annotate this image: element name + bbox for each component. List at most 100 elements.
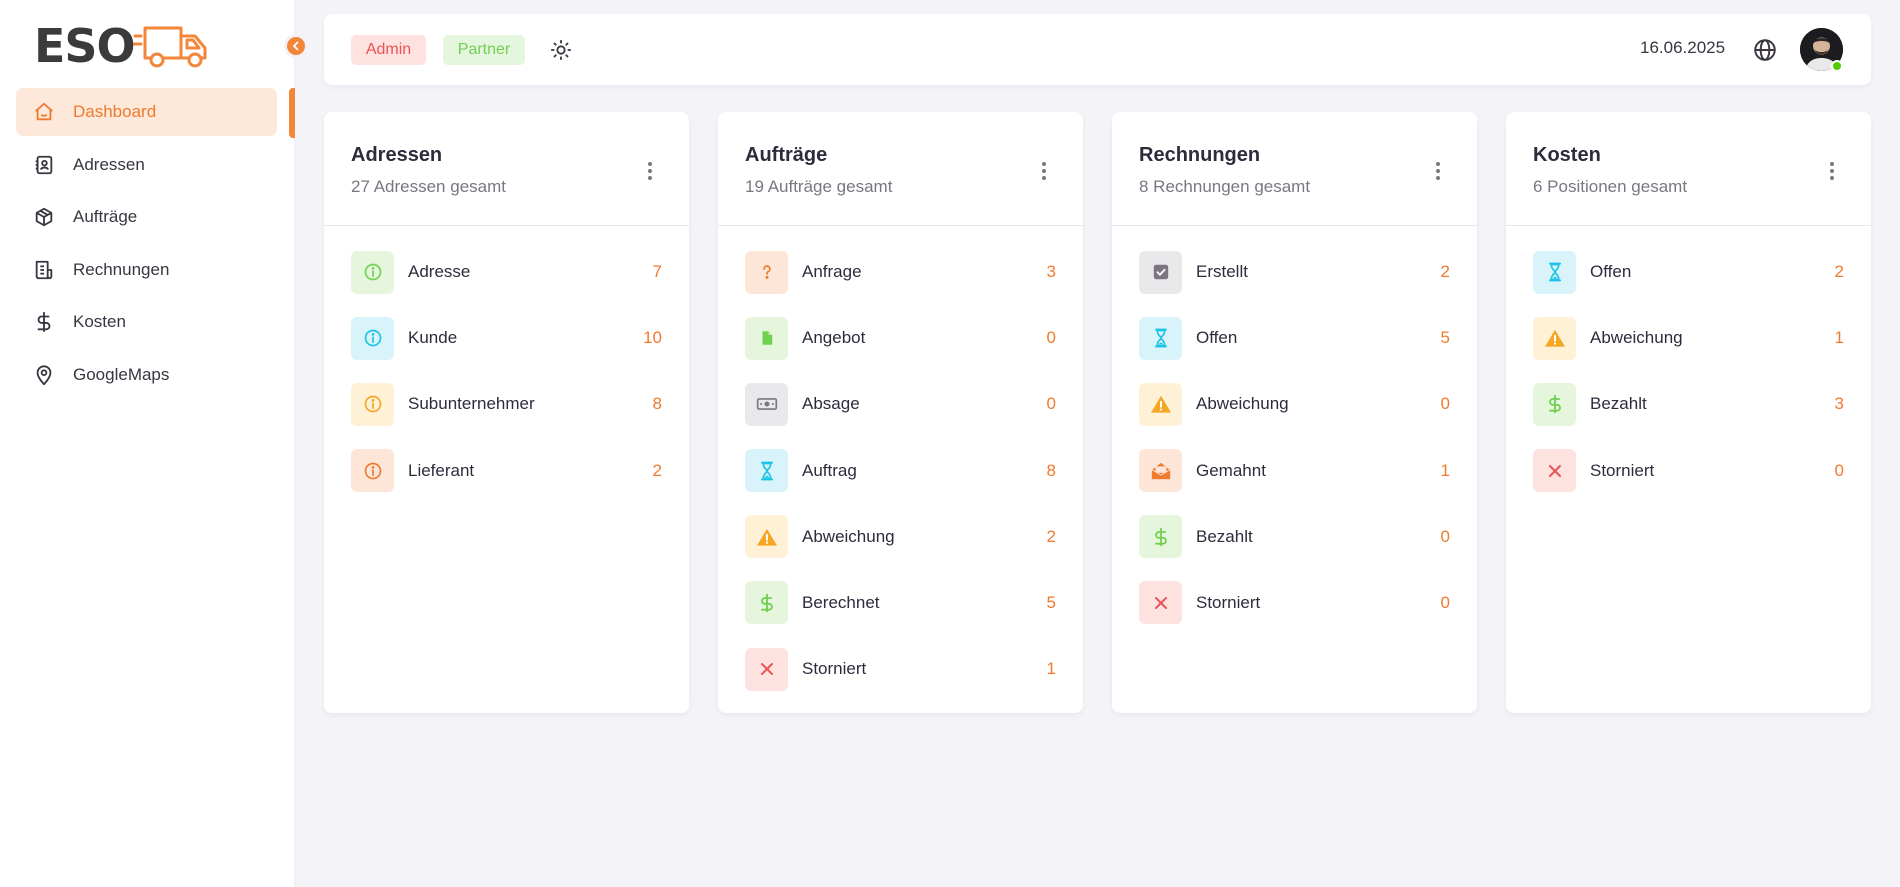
status-list: Erstellt 2 Offen 5 Abweichung 0 Gemahnt … [1139,250,1450,647]
divider [1112,225,1477,226]
item-label: Storniert [1590,460,1655,480]
online-status-indicator [1831,60,1843,72]
sidebar-item-label: Adressen [73,154,145,174]
item-label: Storniert [802,659,867,679]
list-item-gemahnt[interactable]: Gemahnt 1 [1139,449,1450,493]
logo-text: ESO [34,19,136,73]
sidebar-item-adressen[interactable]: Adressen [16,141,277,189]
sidebar-item-kosten[interactable]: Kosten [16,298,277,346]
sidebar-item-dashboard[interactable]: Dashboard [16,88,277,136]
item-label: Storniert [1196,592,1261,612]
item-count: 1 [1046,659,1056,679]
item-count: 0 [1440,394,1450,414]
list-item-kunde[interactable]: Kunde 10 [351,316,662,360]
list-item-storniert[interactable]: Storniert 0 [1533,449,1844,493]
map-pin-icon [33,364,55,386]
truck-icon [132,26,207,68]
list-item-subunternehmer[interactable]: Subunternehmer 8 [351,382,662,426]
item-count: 0 [1046,328,1056,348]
kebab-menu-icon [648,162,652,166]
dollar-icon [745,581,788,625]
item-label: Abweichung [1590,328,1683,348]
theme-toggle-button[interactable] [548,37,574,63]
brand-logo[interactable]: ESO [34,22,213,70]
card-title: Rechnungen [1139,144,1261,166]
card-subtitle: 6 Positionen gesamt [1533,177,1688,196]
item-count: 8 [652,394,662,414]
card-subtitle: 27 Adressen gesamt [351,177,506,196]
hourglass-icon [1139,316,1182,360]
sun-icon [550,39,572,61]
card-options-button[interactable] [641,158,659,184]
list-item-anfrage[interactable]: Anfrage 3 [745,250,1056,294]
item-count: 3 [1046,262,1056,281]
card-options-button[interactable] [1035,158,1053,184]
list-item-offen[interactable]: Offen 5 [1139,316,1450,360]
list-item-angebot[interactable]: Angebot 0 [745,316,1056,360]
status-list: Anfrage 3 Angebot 0 Absage 0 Auftrag 8 A… [745,250,1056,713]
question-icon [745,250,788,294]
active-indicator [289,88,295,138]
list-item-auftrag[interactable]: Auftrag 8 [745,449,1056,493]
role-badge-partner[interactable]: Partner [443,35,525,65]
sidebar-collapse-button[interactable] [284,34,308,58]
card-auftraege: Aufträge 19 Aufträge gesamt Anfrage 3 An… [718,112,1083,713]
kebab-menu-icon [1042,162,1046,166]
list-item-erstellt[interactable]: Erstellt 2 [1139,250,1450,294]
list-item-adresse[interactable]: Adresse 7 [351,250,662,294]
language-button[interactable] [1752,37,1778,63]
sidebar-item-label: Dashboard [73,102,157,121]
item-count: 0 [1440,526,1450,546]
item-label: Gemahnt [1196,460,1266,480]
list-item-offen[interactable]: Offen 2 [1533,250,1844,294]
list-item-abweichung[interactable]: Abweichung 2 [745,515,1056,559]
item-label: Erstellt [1196,262,1248,281]
kebab-dot [1830,176,1834,180]
hourglass-icon [1533,250,1576,294]
address-book-icon [33,154,55,176]
item-label: Anfrage [802,262,862,281]
list-item-storniert[interactable]: Storniert 0 [1139,581,1450,625]
close-icon [1533,449,1576,493]
chevron-left-icon [292,41,299,51]
item-count: 1 [1440,460,1450,480]
item-count: 5 [1440,328,1450,348]
sidebar-item-rechnungen[interactable]: Rechnungen [16,246,277,294]
status-list: Offen 2 Abweichung 1 Bezahlt 3 Storniert… [1533,250,1844,515]
close-icon [745,647,788,691]
item-count: 2 [652,460,662,480]
list-item-storniert[interactable]: Storniert 1 [745,647,1056,691]
dollar-icon [1139,515,1182,559]
info-icon [351,382,394,426]
list-item-absage[interactable]: Absage 0 [745,382,1056,426]
card-kosten: Kosten 6 Positionen gesamt Offen 2 Abwei… [1506,112,1871,713]
warning-icon [745,515,788,559]
role-badge-admin[interactable]: Admin [351,35,426,65]
list-item-berechnet[interactable]: Berechnet 5 [745,581,1056,625]
sidebar: ESO Dashboard Adressen Aufträge Rechnung… [0,0,295,887]
divider [1506,225,1871,226]
card-title: Kosten [1533,144,1601,166]
card-options-button[interactable] [1823,158,1841,184]
item-count: 0 [1834,460,1844,480]
kebab-menu-icon [1436,162,1440,166]
list-item-bezahlt[interactable]: Bezahlt 3 [1533,382,1844,426]
sidebar-item-auftraege[interactable]: Aufträge [16,193,277,241]
list-item-abweichung[interactable]: Abweichung 0 [1139,382,1450,426]
item-count: 10 [643,328,662,348]
sidebar-item-label: Aufträge [73,207,138,226]
invoice-icon [33,259,55,281]
list-item-lieferant[interactable]: Lieferant 2 [351,449,662,493]
item-label: Lieferant [408,460,475,480]
item-label: Subunternehmer [408,394,535,414]
list-item-abweichung[interactable]: Abweichung 1 [1533,316,1844,360]
mail-open-icon [1139,449,1182,493]
hourglass-icon [745,449,788,493]
card-options-button[interactable] [1429,158,1447,184]
checkbox-icon [1139,250,1182,294]
kebab-dot [648,176,652,180]
sidebar-item-googlemaps[interactable]: GoogleMaps [16,351,277,399]
list-item-bezahlt[interactable]: Bezahlt 0 [1139,515,1450,559]
item-label: Adresse [408,262,471,281]
globe-icon [1754,39,1776,61]
